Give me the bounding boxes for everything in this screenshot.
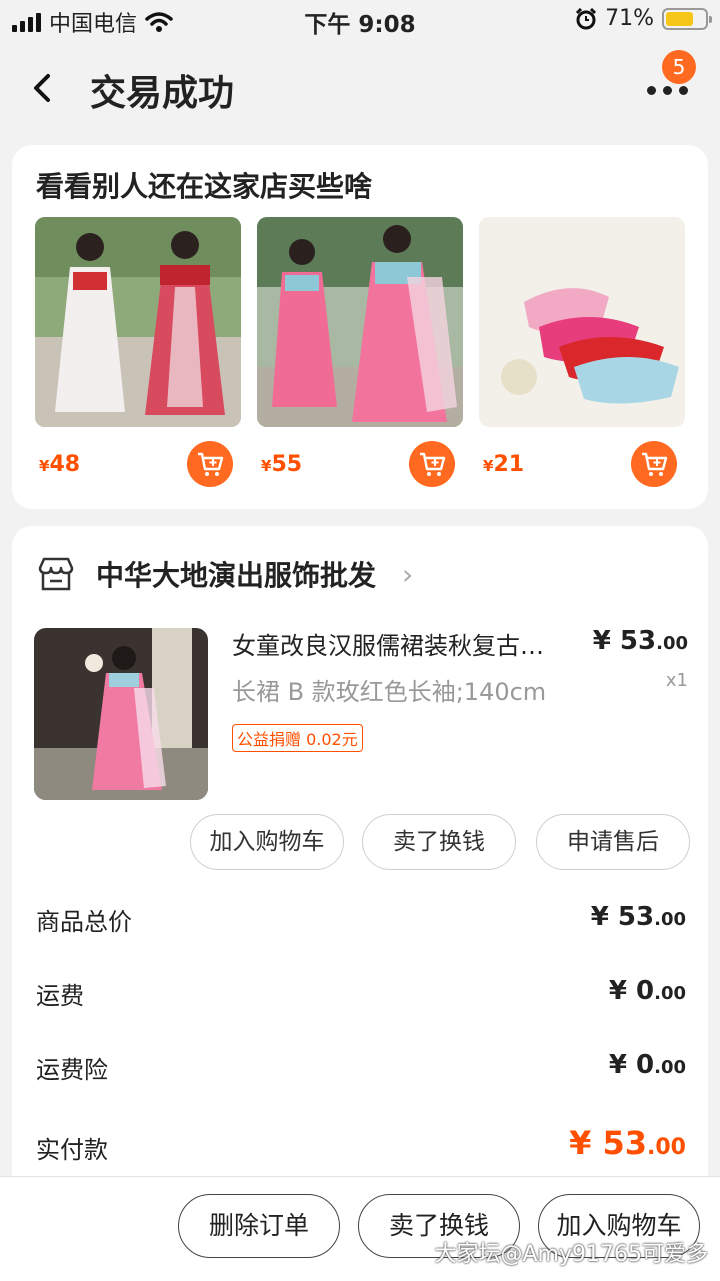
battery-icon xyxy=(662,7,712,30)
add-cart-button[interactable]: 加入购物车 xyxy=(190,814,344,870)
shop-name[interactable]: 中华大地演出服饰批发 xyxy=(96,554,376,594)
recommend-item[interactable]: ¥21 xyxy=(479,217,685,487)
recommend-item[interactable]: ¥48 xyxy=(35,217,241,487)
product-image[interactable] xyxy=(35,217,241,427)
charity-tag: 公益捐赠 0.02元 xyxy=(232,724,363,752)
status-bar: 中国电信 下午 9:08 71% xyxy=(0,0,720,40)
recommend-price: ¥55 xyxy=(261,452,303,477)
recommend-card: 看看别人还在这家店买些啥 ¥48 ¥55 ¥21 xyxy=(12,145,708,509)
goods-total-value: ¥ 53.00 xyxy=(590,902,686,932)
recommend-price: ¥21 xyxy=(483,452,525,477)
more-icon[interactable] xyxy=(647,86,688,95)
recommend-title: 看看别人还在这家店买些啥 xyxy=(36,170,373,203)
recommend-price: ¥48 xyxy=(39,452,81,477)
delete-order-button[interactable]: 删除订单 xyxy=(178,1194,340,1258)
product-price: ¥ 53.00 xyxy=(592,626,688,656)
status-right: 71% xyxy=(575,6,712,31)
order-product-image[interactable] xyxy=(34,628,208,800)
order-card: 中华大地演出服饰批发 › 女童改良汉服儒裙装秋复古中国风 长裙 B 款玫红色长袖… xyxy=(12,526,708,1246)
resell-button[interactable]: 卖了换钱 xyxy=(362,814,516,870)
notification-badge: 5 xyxy=(662,50,696,84)
shop-icon xyxy=(38,557,74,591)
goods-total-label: 商品总价 xyxy=(36,908,132,936)
shipping-label: 运费 xyxy=(36,982,84,1010)
product-image[interactable] xyxy=(257,217,463,427)
add-cart-icon[interactable] xyxy=(631,441,677,487)
nav-bar: 交易成功 5 xyxy=(0,46,720,130)
recommend-item[interactable]: ¥55 xyxy=(257,217,463,487)
chevron-right-icon: › xyxy=(402,557,414,591)
product-image[interactable] xyxy=(479,217,685,427)
chevron-left-icon[interactable] xyxy=(26,68,60,108)
battery-percent: 71% xyxy=(605,6,654,31)
add-cart-icon[interactable] xyxy=(409,441,455,487)
page-title: 交易成功 xyxy=(90,73,235,114)
paid-value: ¥ 53.00 xyxy=(569,1124,686,1162)
shop-row[interactable]: 中华大地演出服饰批发 › xyxy=(36,554,413,594)
paid-label: 实付款 xyxy=(36,1136,108,1164)
after-sale-button[interactable]: 申请售后 xyxy=(536,814,690,870)
product-spec: 长裙 B 款玫红色长袖;140cm xyxy=(232,678,547,706)
product-quantity: x1 xyxy=(665,670,688,691)
watermark: 大家坛@Amy91765可爱多 xyxy=(434,1242,709,1267)
insurance-label: 运费险 xyxy=(36,1056,108,1084)
insurance-value: ¥ 0.00 xyxy=(608,1050,686,1080)
alarm-icon xyxy=(576,7,597,29)
product-title[interactable]: 女童改良汉服儒裙装秋复古中国风 xyxy=(232,626,562,661)
add-cart-icon[interactable] xyxy=(187,441,233,487)
shipping-value: ¥ 0.00 xyxy=(608,976,686,1006)
